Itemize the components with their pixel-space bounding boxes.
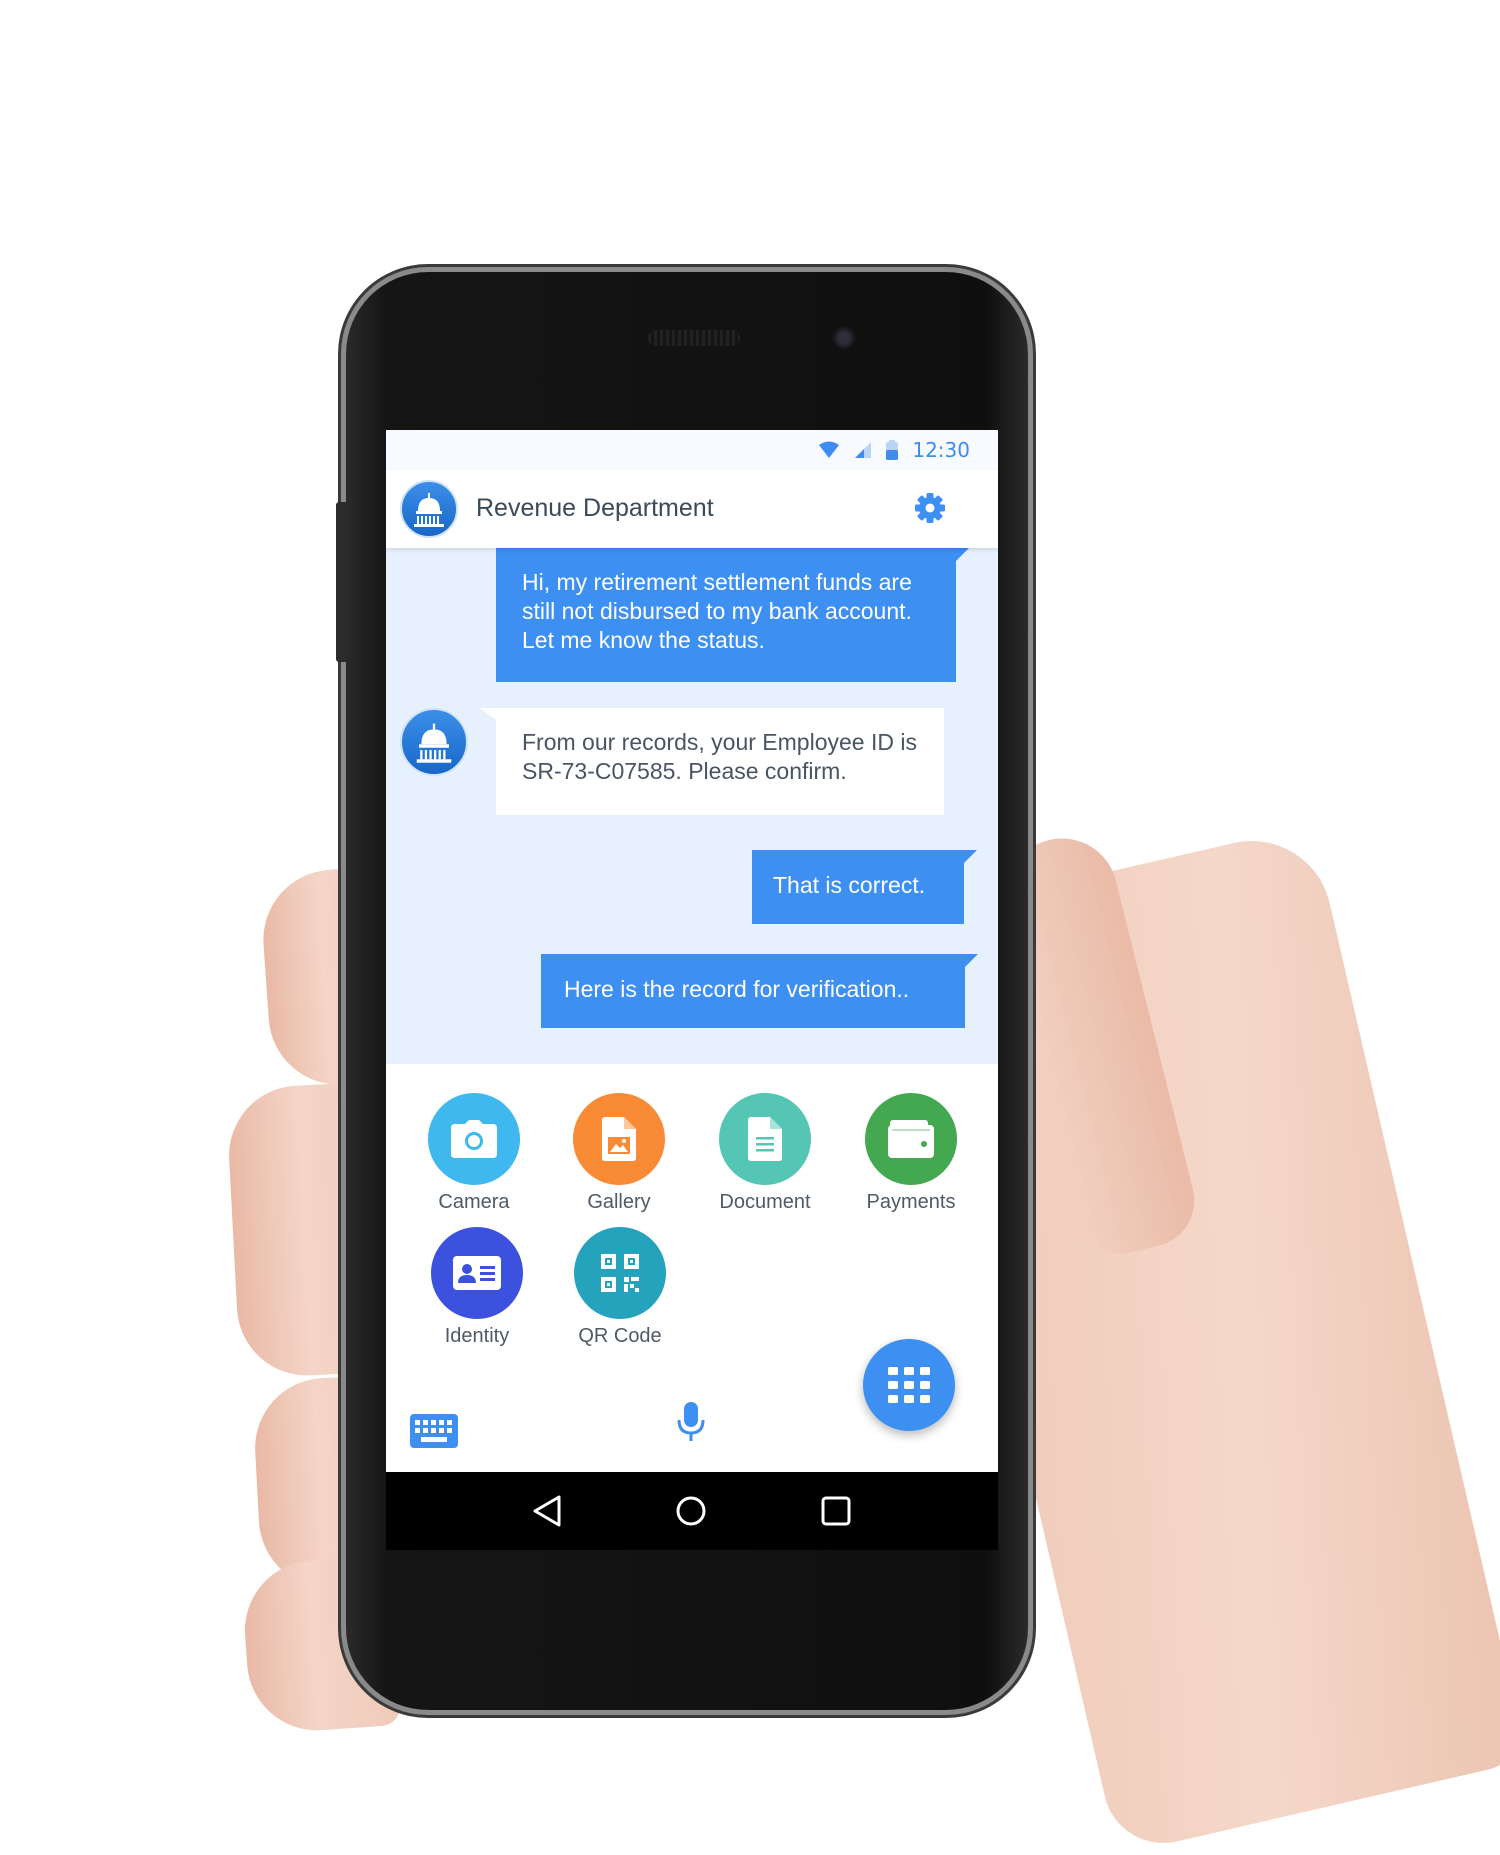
action-label: QR Code	[578, 1325, 662, 1347]
qr-code-icon	[574, 1227, 666, 1319]
earpiece-speaker	[648, 330, 740, 346]
gallery-button[interactable]: Gallery	[554, 1093, 684, 1214]
camera-button[interactable]: Camera	[409, 1093, 539, 1214]
identity-button[interactable]: Identity	[412, 1227, 542, 1348]
user-message: That is correct.	[752, 850, 977, 924]
payments-button[interactable]: Payments	[846, 1093, 976, 1214]
user-message: Here is the record for verification..	[541, 954, 978, 1028]
home-icon[interactable]	[675, 1495, 707, 1527]
camera-icon	[428, 1093, 520, 1185]
wallet-icon	[865, 1093, 957, 1185]
capitol-dome-icon[interactable]	[400, 480, 458, 538]
chat-thread: Hi, my retirement settlement funds are s…	[386, 548, 998, 1064]
microphone-icon[interactable]	[676, 1402, 706, 1442]
user-message: Hi, my retirement settlement funds are s…	[496, 548, 969, 682]
phone-screen: 12:30 Revenue Department Hi, my retireme…	[386, 430, 998, 1550]
app-header: Revenue Department	[386, 470, 998, 548]
system-nav-bar	[386, 1472, 998, 1550]
action-label: Identity	[444, 1325, 510, 1347]
recents-icon[interactable]	[820, 1495, 852, 1527]
volume-button	[336, 502, 346, 662]
document-icon	[719, 1093, 811, 1185]
action-label: Document	[719, 1191, 811, 1213]
wifi-icon	[819, 441, 840, 458]
signal-icon	[855, 442, 872, 458]
capitol-dome-icon	[400, 708, 468, 776]
bot-message: From our records, your Employee ID is SR…	[480, 708, 944, 815]
id-card-icon	[431, 1227, 523, 1319]
action-label: Camera	[438, 1191, 510, 1213]
status-time: 12:30	[912, 438, 970, 462]
qr-code-button[interactable]: QR Code	[555, 1227, 685, 1348]
back-icon[interactable]	[532, 1495, 562, 1527]
document-button[interactable]: Document	[700, 1093, 830, 1214]
gear-icon[interactable]	[912, 490, 948, 526]
battery-icon	[886, 440, 899, 460]
keyboard-icon[interactable]	[410, 1414, 458, 1448]
front-camera	[832, 326, 856, 350]
page-title: Revenue Department	[476, 494, 714, 522]
action-label: Payments	[866, 1191, 956, 1213]
image-file-icon	[573, 1093, 665, 1185]
grid-menu-icon	[888, 1367, 930, 1403]
action-label: Gallery	[587, 1191, 651, 1213]
grid-menu-button[interactable]	[863, 1339, 955, 1431]
status-bar: 12:30	[386, 430, 998, 470]
